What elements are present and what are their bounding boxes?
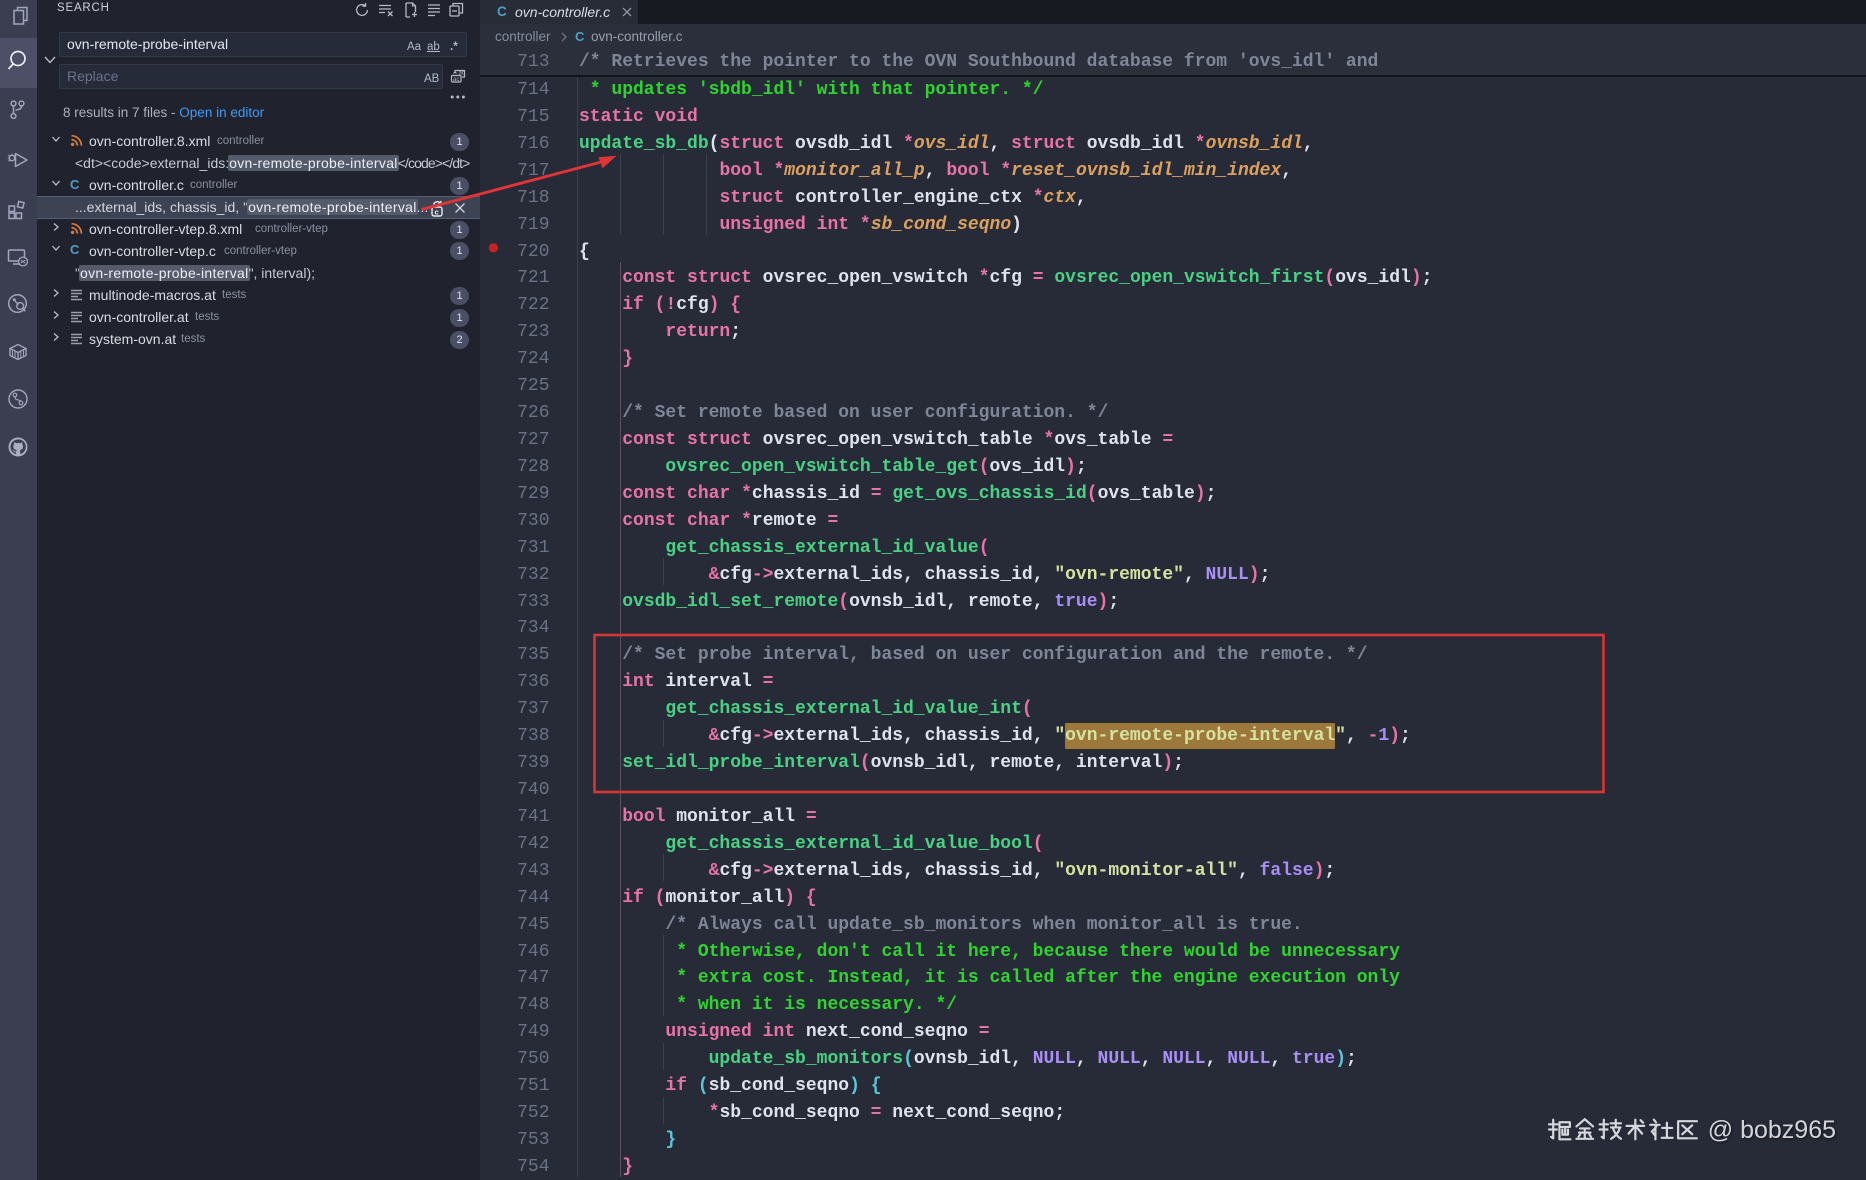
svg-text:ac: ac (453, 77, 459, 83)
svg-text:ab: ab (459, 71, 466, 77)
svg-text:c: c (435, 208, 439, 217)
